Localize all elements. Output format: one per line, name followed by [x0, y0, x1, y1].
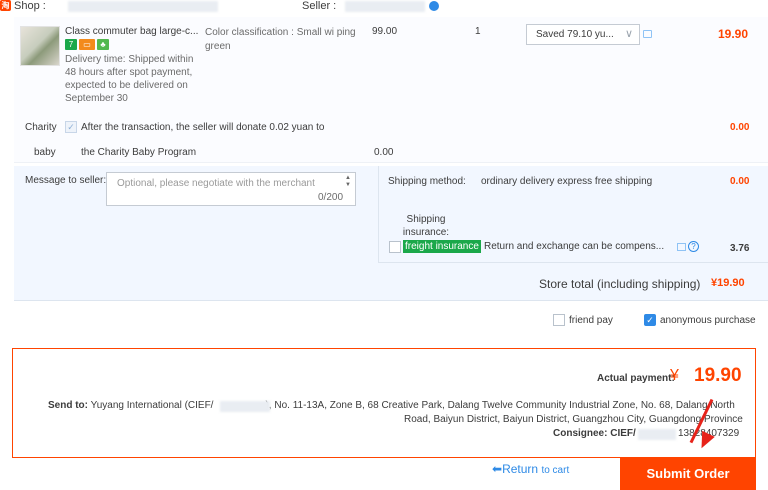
- 7-day-return-icon: 7: [65, 39, 77, 50]
- insurance-amount: 3.76: [730, 243, 750, 254]
- anonymous-purchase-checkbox[interactable]: ✓: [644, 314, 656, 326]
- item-subtotal: 19.90: [718, 27, 749, 41]
- charity-donation-amount: 0.00: [374, 147, 394, 158]
- insurance-checkbox[interactable]: [389, 241, 401, 253]
- delivery-time: Delivery time: Shipped within 48 hours a…: [65, 54, 194, 104]
- shop-name-redacted[interactable]: [68, 1, 218, 12]
- return-arrow-icon: ⬅: [492, 462, 503, 476]
- address-line2: Road, Baiyun District, Baiyun District, …: [404, 414, 743, 425]
- charity-text: After the transaction, the seller will d…: [81, 122, 325, 133]
- insurance-description: Return and exchange can be compens...: [484, 241, 665, 252]
- freight-insurance-tag[interactable]: freight insurance: [403, 240, 481, 253]
- product-title[interactable]: Class commuter bag large-c...: [65, 26, 200, 37]
- charity-program-text: the Charity Baby Program: [81, 147, 197, 158]
- friend-pay-checkbox[interactable]: [553, 314, 565, 326]
- charity-checkbox[interactable]: ✓: [65, 121, 77, 133]
- consignee-label: Consignee: CIEF/: [553, 428, 636, 439]
- card-icon: ▭: [79, 39, 95, 50]
- green-leaf-icon: ♣: [97, 39, 109, 50]
- seller-name-redacted[interactable]: [345, 1, 425, 12]
- message-label: Message to seller:: [25, 175, 107, 186]
- return-label: Return: [502, 462, 539, 476]
- divider: [378, 262, 768, 263]
- shipping-insurance-label: Shipping insurance:: [402, 214, 450, 238]
- submit-order-button[interactable]: Submit Order: [620, 458, 756, 490]
- seller-label: Seller :: [302, 0, 337, 12]
- address-part2: ), No. 11-13A, Zone B, 68 Creative Park,…: [265, 400, 735, 411]
- actual-payment-label: Actual payment:: [597, 373, 675, 384]
- insurance-info-icon[interactable]: [677, 243, 686, 251]
- charity-label-baby: baby: [34, 147, 56, 158]
- shipping-amount: 0.00: [730, 176, 750, 187]
- product-thumbnail[interactable]: [20, 26, 60, 66]
- actual-payment-amount: 19.90: [694, 365, 742, 386]
- friend-pay-label[interactable]: friend pay: [569, 315, 613, 326]
- message-char-count: 0/200: [318, 192, 344, 203]
- chevron-down-icon: ∨: [624, 28, 633, 40]
- store-total-amount: ¥19.90: [711, 277, 745, 289]
- shipping-method-label: Shipping method:: [388, 176, 466, 187]
- anonymous-purchase-label[interactable]: anonymous purchase: [660, 315, 756, 326]
- quantity: 1: [475, 26, 481, 37]
- return-to-cart-link[interactable]: ⬅Return to cart: [492, 462, 569, 476]
- help-icon[interactable]: ?: [688, 241, 699, 252]
- textarea-scroll-icon[interactable]: ▲ ▼: [345, 175, 351, 189]
- shop-label: Shop :: [14, 0, 46, 12]
- service-badges: 7 ▭ ♣: [65, 39, 109, 51]
- color-classification: Color classification : Small wi ping gre…: [205, 27, 356, 52]
- charity-amount: 0.00: [730, 122, 750, 133]
- send-to-address: Send to: Yuyang International (CIEF/ ), N…: [48, 400, 756, 411]
- consignee-redacted: [638, 429, 676, 440]
- unit-price: 99.00: [372, 26, 398, 37]
- currency-symbol: ¥: [670, 367, 679, 384]
- shipping-method-value: ordinary delivery express free shipping: [481, 176, 653, 187]
- discount-info-icon[interactable]: [643, 30, 652, 38]
- divider: [378, 166, 379, 262]
- address-part1: Yuyang International (CIEF/: [90, 400, 214, 411]
- charity-label: Charity: [25, 122, 57, 133]
- send-to-label: Send to:: [48, 400, 88, 411]
- store-total-label: Store total (including shipping): [539, 277, 701, 291]
- message-placeholder: Optional, please negotiate with the merc…: [117, 178, 315, 189]
- wangwang-chat-icon[interactable]: [429, 1, 439, 11]
- taobao-shop-icon: 淘: [0, 0, 11, 11]
- address-redacted: [220, 401, 270, 412]
- discount-select[interactable]: Saved 79.10 yu... ∨: [526, 24, 640, 45]
- discount-selected-value: Saved 79.10 yu...: [536, 29, 614, 40]
- return-suffix: to cart: [541, 465, 570, 476]
